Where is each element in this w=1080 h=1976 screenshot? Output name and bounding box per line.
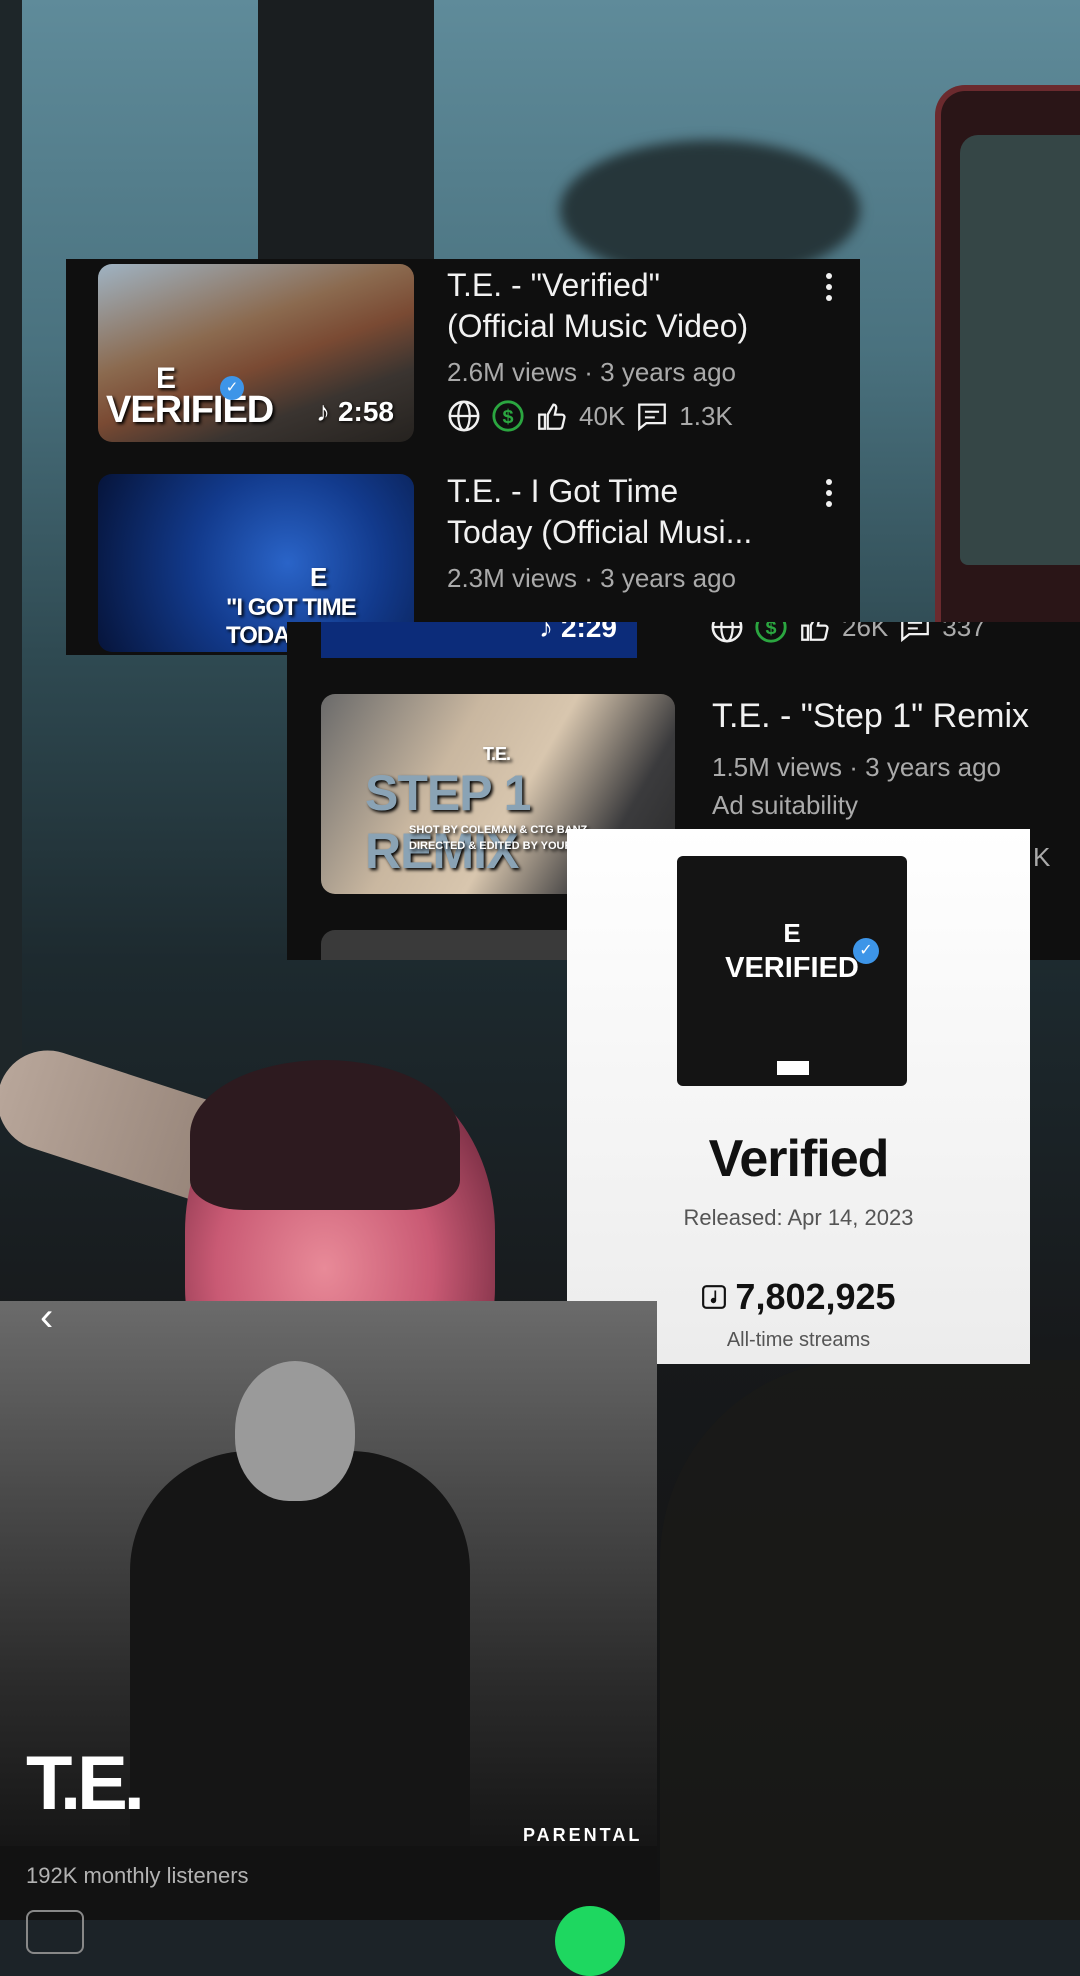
like-count-partial: K — [1033, 842, 1051, 872]
thumbnail-logo: T.E. — [483, 744, 511, 764]
video-duration: ♪ 2:58 — [316, 396, 394, 427]
duration-text: 2:29 — [560, 622, 617, 643]
comment-count: 337 — [942, 622, 986, 642]
release-title: Verified — [708, 1130, 890, 1188]
back-chevron-icon[interactable]: ‹ — [40, 1295, 53, 1340]
video-title[interactable]: T.E. - I Got Time Today (Official Musi..… — [447, 471, 752, 553]
more-options-icon[interactable] — [826, 273, 832, 306]
video-thumbnail[interactable]: E VERIFIED ✓ ♪ 2:58 — [98, 264, 414, 442]
comment-icon — [638, 403, 667, 432]
svg-text:$: $ — [502, 406, 513, 428]
video-title-line2: Today (Official Musi... — [447, 514, 753, 550]
video-thumbnail-partial: ♪ 2:29 — [321, 622, 637, 658]
monetization-icon: $ — [755, 622, 787, 643]
music-note-icon — [702, 1285, 727, 1309]
artist-figure — [130, 1451, 470, 1846]
stream-count: 7,802,925 — [735, 1276, 896, 1317]
ad-suitability-label[interactable]: Ad suitability — [712, 790, 858, 821]
video-meta: 2.6M views · 3 years ago — [447, 357, 737, 387]
youtube-video-list: E VERIFIED ✓ ♪ 2:58 T.E. - "Verified" (O… — [66, 259, 860, 655]
verified-badge-icon: ✓ — [853, 938, 879, 964]
more-options-icon[interactable] — [826, 479, 832, 512]
video-title-line2: (Official Music Video) — [447, 308, 749, 344]
video-duration: ♪ 2:29 — [539, 622, 617, 644]
play-button[interactable] — [555, 1906, 625, 1976]
background-truck-window — [960, 135, 1080, 565]
video-meta: 2.3M views · 3 years ago — [447, 563, 737, 593]
artist-thumbnail-button[interactable] — [26, 1910, 84, 1954]
artist-name: T.E. — [26, 1741, 145, 1826]
thumbnail-logo: E — [310, 562, 327, 592]
thumbnail-credit: SHOT BY COLEMAN & CTG BANZ — [409, 824, 588, 836]
video-row-verified[interactable]: E VERIFIED ✓ ♪ 2:58 T.E. - "Verified" (O… — [66, 259, 860, 459]
video-title[interactable]: T.E. - "Verified" (Official Music Video) — [447, 265, 748, 347]
video-title-line1: T.E. - "Verified" — [447, 267, 661, 303]
video-meta: 1.5M views · 3 years ago — [712, 752, 1002, 782]
video-title[interactable]: T.E. - "Step 1" Remix — [712, 696, 1029, 737]
background-shadow — [660, 1360, 1080, 1920]
thumbnail-title: VERIFIED — [106, 389, 274, 431]
parental-label: PARENTAL — [523, 1825, 643, 1845]
album-cover: E VERIFIED ✓ — [677, 856, 907, 1086]
like-count: 26K — [842, 622, 889, 642]
parental-advisory-icon — [777, 1061, 809, 1075]
svg-text:$: $ — [765, 622, 776, 639]
background-pole — [258, 0, 434, 270]
video-stats: $ 26K 337 — [710, 622, 986, 644]
background-pole-left — [0, 0, 22, 1100]
video-stats: $ 40K 1.3K — [447, 399, 733, 433]
video-title-line1: T.E. - I Got Time — [447, 473, 679, 509]
comment-count: 1.3K — [679, 400, 733, 431]
like-count: 40K — [579, 400, 626, 431]
monthly-listeners: 192K monthly listeners — [26, 1863, 249, 1888]
meme-hair — [190, 1060, 460, 1210]
like-icon — [538, 403, 566, 430]
monetization-icon: $ — [492, 400, 524, 432]
like-icon — [801, 622, 829, 641]
globe-icon — [711, 622, 743, 643]
release-date: Released: Apr 14, 2023 — [683, 1205, 914, 1230]
duration-text: 2:58 — [337, 396, 394, 427]
verified-badge-icon: ✓ — [220, 376, 244, 400]
comment-icon — [901, 622, 930, 643]
globe-icon — [448, 400, 480, 432]
artist-figure-head — [235, 1361, 355, 1501]
release-card[interactable]: E VERIFIED ✓ Verified Released: Apr 14, … — [567, 829, 1030, 1364]
